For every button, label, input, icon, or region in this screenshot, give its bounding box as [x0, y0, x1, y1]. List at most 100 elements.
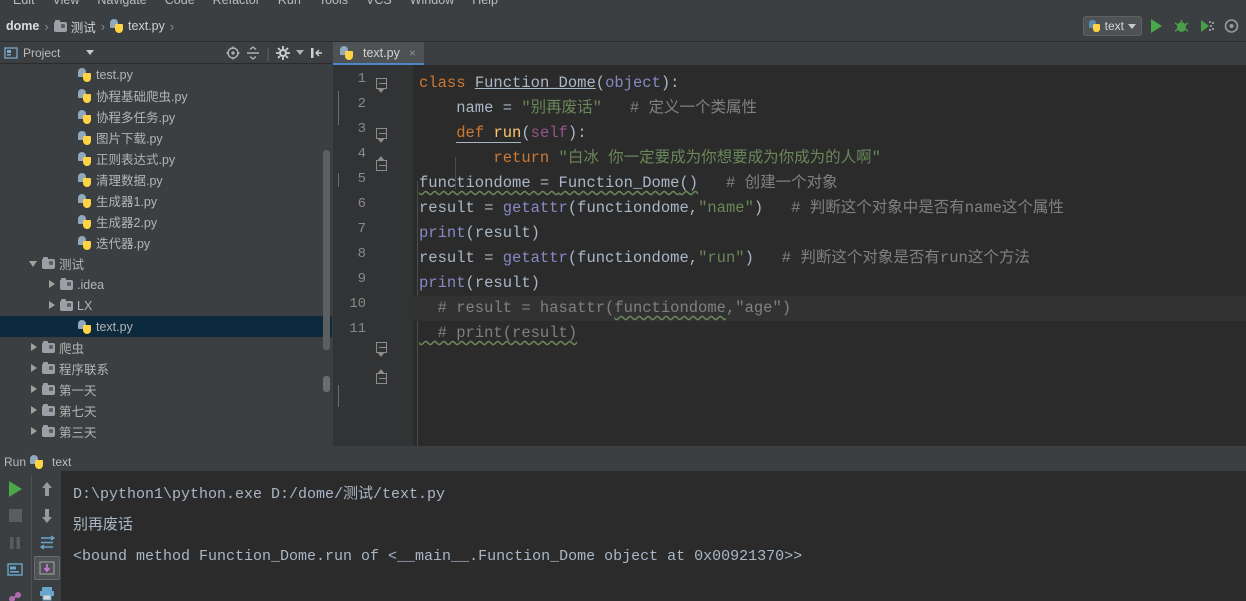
folder-icon — [60, 299, 73, 311]
project-tree[interactable]: test.py 协程基础爬虫.py 协程多任务.py 图片下载.py 正则表达式.py 清… — [0, 64, 332, 446]
pause-button[interactable] — [0, 529, 30, 556]
print-button[interactable] — [32, 580, 62, 601]
tree-row[interactable]: 第七天 — [0, 400, 332, 421]
run-configuration-selector[interactable]: text — [1082, 16, 1142, 36]
tree-row[interactable]: 协程基础爬虫.py — [0, 85, 332, 106]
breadcrumb-item-file[interactable]: text.py — [110, 19, 165, 33]
tree-row[interactable]: 清理数据.py — [0, 169, 332, 190]
tree-row-label: LX — [77, 298, 93, 313]
tree-row[interactable]: 生成器2.py — [0, 211, 332, 232]
code-line-9: print(result) — [419, 274, 540, 292]
close-icon[interactable]: × — [409, 46, 416, 60]
rerun-button[interactable] — [0, 475, 30, 502]
run-coverage-button[interactable] — [1195, 15, 1217, 37]
fold-marker-line-10[interactable] — [376, 342, 389, 357]
tree-row[interactable]: 爬虫 — [0, 337, 332, 358]
tree-row[interactable]: 测试 — [0, 253, 332, 274]
project-tree-scrollbar-thumb-2[interactable] — [323, 376, 330, 392]
soft-wrap-button[interactable] — [32, 529, 62, 556]
debug-button[interactable] — [1170, 15, 1192, 37]
menu-item-help[interactable]: Help — [463, 0, 507, 11]
tree-row[interactable]: 第三天 — [0, 421, 332, 442]
tree-row[interactable]: 协程多任务.py — [0, 106, 332, 127]
menu-item-view[interactable]: View — [44, 0, 89, 11]
hide-panel-icon[interactable] — [310, 46, 324, 60]
menu-item-vcs[interactable]: VCS — [357, 0, 401, 11]
up-icon — [42, 481, 52, 496]
editor-tab-text-py[interactable]: text.py × — [333, 42, 424, 65]
scroll-to-end-icon — [39, 560, 55, 575]
breadcrumb-item-project[interactable]: dome — [6, 19, 39, 33]
code-editor[interactable]: 1 2 3 4 5 6 7 8 9 10 11 class Function_Dome(object… — [333, 65, 1246, 446]
folder-icon — [42, 362, 55, 374]
breadcrumb-item-folder[interactable]: 测试 — [53, 17, 96, 36]
tree-row[interactable]: 程序联系 — [0, 358, 332, 379]
menu-item-code[interactable]: Code — [156, 0, 204, 11]
python-file-icon — [110, 19, 124, 33]
fold-marker-line-11[interactable] — [376, 369, 389, 386]
folder-icon — [42, 404, 55, 416]
gear-icon[interactable] — [276, 45, 290, 60]
fold-marker-line-1[interactable] — [376, 78, 389, 93]
gutter-line-number: 6 — [357, 196, 366, 212]
show-console-button[interactable] — [0, 556, 30, 583]
menu-item-window[interactable]: Window — [401, 0, 463, 11]
collapse-all-icon[interactable] — [246, 45, 260, 60]
fold-marker-line-4[interactable] — [376, 156, 389, 173]
console-line-2: 别再废话 — [73, 517, 134, 534]
tree-row-label: test.py — [96, 67, 133, 82]
project-tree-scrollbar[interactable] — [323, 150, 330, 350]
scroll-up-button[interactable] — [32, 475, 62, 502]
chevron-right-icon[interactable] — [28, 363, 39, 374]
python-file-icon — [78, 67, 92, 82]
chevron-down-icon[interactable] — [296, 50, 304, 55]
code-line-6: result = getattr(functiondome,"name") # … — [419, 199, 1064, 217]
profile-button[interactable] — [1220, 15, 1242, 37]
menu-item-tools[interactable]: Tools — [310, 0, 357, 11]
locate-icon[interactable] — [226, 46, 240, 60]
menu-item-run[interactable]: Run — [269, 0, 310, 11]
chevron-down-icon[interactable] — [28, 258, 39, 269]
run-console-output[interactable]: D:\python1\python.exe D:/dome/测试/text.py… — [61, 471, 1246, 601]
chevron-right-icon[interactable] — [46, 300, 57, 311]
editor-gutter[interactable]: 1 2 3 4 5 6 7 8 9 10 11 — [333, 65, 413, 446]
tree-row[interactable]: LX — [0, 295, 332, 316]
breadcrumb-label: dome — [6, 19, 40, 33]
chevron-down-icon[interactable] — [86, 50, 95, 55]
chevron-right-icon[interactable] — [28, 384, 39, 395]
tree-row-label: 第一天 — [59, 384, 97, 398]
stop-button[interactable] — [0, 502, 30, 529]
chevron-right-icon[interactable] — [28, 426, 39, 437]
python-file-icon — [78, 172, 92, 187]
run-button[interactable] — [1145, 15, 1167, 37]
python-file-icon — [78, 88, 92, 103]
tree-row-label: 第七天 — [59, 405, 97, 419]
tree-row-label: .idea — [77, 277, 105, 292]
editor-code-area[interactable]: class Function_Dome(object): name = "别再废… — [413, 65, 1246, 446]
python-file-icon — [78, 319, 92, 334]
tree-row[interactable]: 第一天 — [0, 379, 332, 400]
tree-row[interactable]: 图片下载.py — [0, 127, 332, 148]
breadcrumb-label: text.py — [128, 19, 165, 33]
tree-row[interactable]: 生成器1.py — [0, 190, 332, 211]
menu-bar: Edit View Navigate Code Refactor Run Too… — [0, 0, 1246, 11]
gutter-line-number: 2 — [357, 96, 366, 112]
run-panel-tab-label[interactable]: text — [52, 455, 71, 469]
chevron-right-icon[interactable] — [46, 279, 57, 290]
soft-wrap-icon — [39, 535, 55, 550]
tree-row[interactable]: .idea — [0, 274, 332, 295]
fold-marker-line-3[interactable] — [376, 128, 389, 143]
tree-row[interactable]: test.py — [0, 64, 332, 85]
menu-item-navigate[interactable]: Navigate — [88, 0, 155, 11]
menu-item-edit[interactable]: Edit — [4, 0, 44, 11]
tree-row[interactable]: text.py — [0, 316, 332, 337]
scroll-down-button[interactable] — [32, 502, 62, 529]
chevron-right-icon[interactable] — [28, 405, 39, 416]
chevron-right-icon[interactable] — [28, 342, 39, 353]
tree-row[interactable]: 迭代器.py — [0, 232, 332, 253]
scroll-to-end-button[interactable] — [34, 556, 60, 580]
pin-button[interactable] — [0, 583, 30, 601]
tree-row[interactable]: 正则表达式.py — [0, 148, 332, 169]
python-file-icon — [78, 151, 92, 166]
menu-item-refactor[interactable]: Refactor — [204, 0, 269, 11]
